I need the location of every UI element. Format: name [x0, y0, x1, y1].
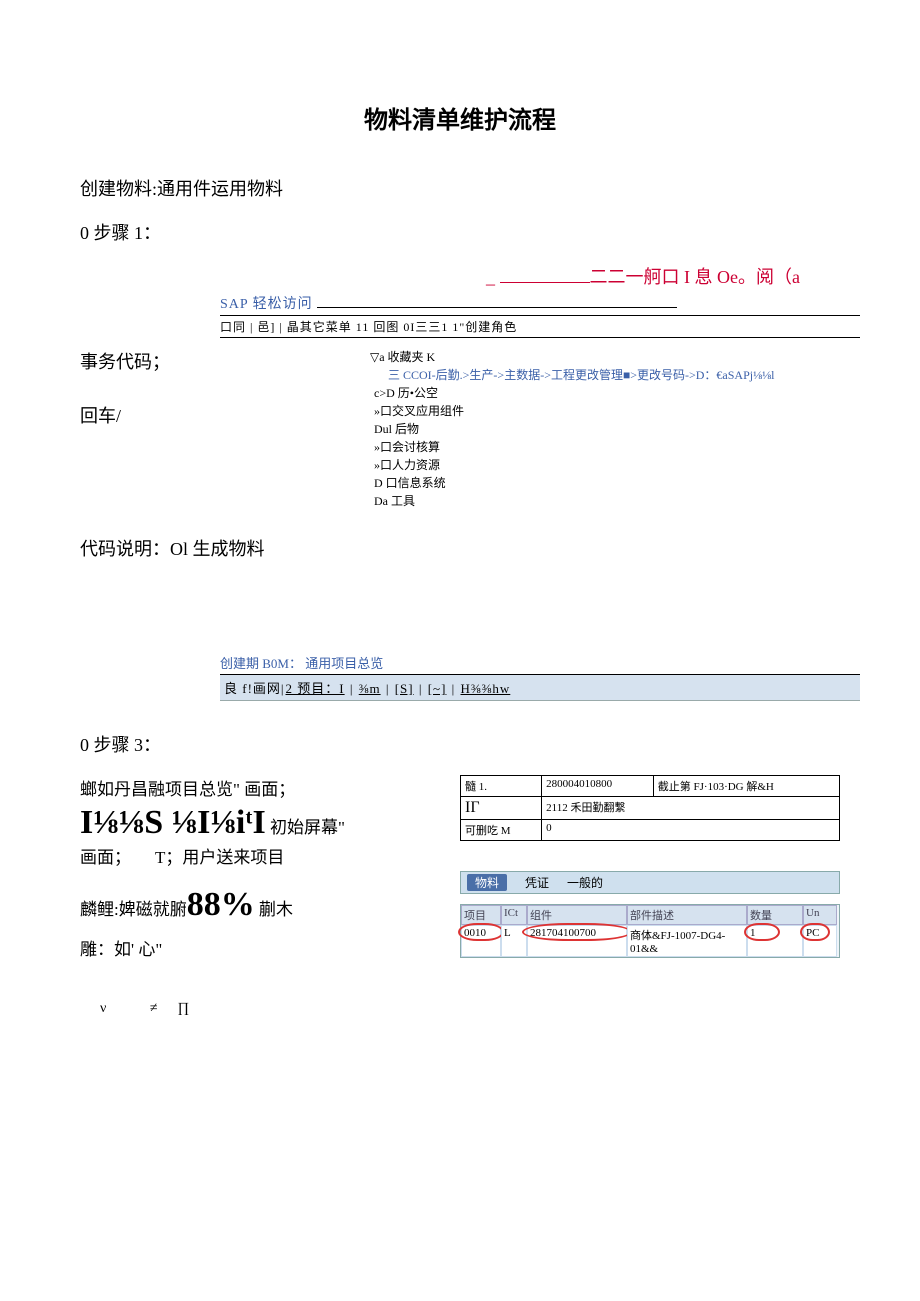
- info-cell: 2112 禾田勤翻繫: [542, 797, 840, 820]
- cell-qty[interactable]: 1: [747, 925, 803, 957]
- cell-item[interactable]: 0010: [461, 925, 501, 957]
- sap-title: SAP 轻松访问: [220, 293, 860, 316]
- sap-panel: SAP 轻松访问 口同 | 邑] | 晶其它菜单 11 回图 0I三三1 1"创…: [220, 293, 860, 338]
- tree-node[interactable]: Da 工具: [370, 492, 774, 510]
- bom-tabs[interactable]: 物料 凭证 一般的: [460, 871, 840, 894]
- tree-node[interactable]: D 口信息系统: [370, 474, 774, 492]
- info-cell: 280004010800: [542, 776, 654, 797]
- info-cell: 0: [542, 820, 840, 841]
- tab-document[interactable]: 凭证: [525, 874, 549, 891]
- cell-unit[interactable]: PC: [803, 925, 837, 957]
- bom-items-grid[interactable]: 项目 ICt 组件 部件描述 数量 Un 0010 L 281704100700…: [460, 904, 840, 958]
- info-cell: 可删吃 M: [461, 820, 542, 841]
- section-heading: 创建物料:通用件运用物料: [80, 175, 840, 201]
- tree-favorites[interactable]: ▽a 收藏夹 K: [370, 348, 774, 366]
- note-enter: 回车/: [80, 402, 260, 428]
- cell-desc[interactable]: 商体&FJ-1007-DG4-01&&: [627, 925, 747, 957]
- col-item: 项目: [461, 905, 501, 925]
- col-unit: Un: [803, 905, 837, 925]
- col-ict: ICt: [501, 905, 527, 925]
- tab-material[interactable]: 物料: [467, 874, 507, 891]
- bom-title: 创建期 B0M： 通用项目总览: [220, 651, 860, 675]
- info-table: 髓 1. 280004010800 截止第 FJ·103·DG 解&H IΓ 2…: [460, 775, 840, 841]
- tree-node[interactable]: Dul 后物: [370, 420, 774, 438]
- col-desc: 部件描述: [627, 905, 747, 925]
- step-1-label: 0 步骤 1：: [80, 219, 840, 245]
- step3-description: 螂如丹昌融项目总览" 画面； I⅛⅛S ⅛I⅛iᵗI 初始屏幕" 画面； T；用…: [80, 775, 440, 1021]
- col-qty: 数量: [747, 905, 803, 925]
- note-transaction-code: 事务代码；: [80, 348, 260, 374]
- tree-node[interactable]: »口交叉应用组件: [370, 402, 774, 420]
- info-cell: IΓ: [461, 797, 542, 820]
- sap-nav-tree[interactable]: ▽a 收藏夹 K 三 CCOI-后勤.>生产->主数据->工程更改管理■>更改号…: [370, 348, 774, 510]
- bom-panel: 创建期 B0M： 通用项目总览 良 f!画网|2 预目：I | ⅜m | [S]…: [220, 651, 860, 701]
- step-3-label: 0 步骤 3：: [80, 731, 840, 757]
- page-title: 物料清单维护流程: [80, 100, 840, 135]
- tree-node[interactable]: »口会讨核算: [370, 438, 774, 456]
- red-annotation-line: _ 二二一舸口 I 息 Oe。阅（a: [80, 263, 840, 289]
- tree-node[interactable]: »口人力资源: [370, 456, 774, 474]
- bom-toolbar[interactable]: 良 f!画网|2 预目：I | ⅜m | [S] | [~] | H⅜⅜hw: [220, 675, 860, 701]
- code-description: 代码说明：Ol 生成物料: [80, 535, 840, 561]
- cell-ict[interactable]: L: [501, 925, 527, 957]
- table-row[interactable]: 0010 L 281704100700 商体&FJ-1007-DG4-01&& …: [461, 925, 839, 957]
- tree-node[interactable]: c>D 历•公空: [370, 384, 774, 402]
- small-symbols: ν ≠∏: [100, 996, 440, 1021]
- tab-general[interactable]: 一般的: [567, 874, 603, 891]
- cell-component[interactable]: 281704100700: [527, 925, 627, 957]
- col-component: 组件: [527, 905, 627, 925]
- sap-menubar[interactable]: 口同 | 邑] | 晶其它菜单 11 回图 0I三三1 1"创建角色: [220, 316, 860, 338]
- info-cell: 截止第 FJ·103·DG 解&H: [653, 776, 839, 797]
- info-cell: 髓 1.: [461, 776, 542, 797]
- tree-path[interactable]: 三 CCOI-后勤.>生产->主数据->工程更改管理■>更改号码->D：€aSA…: [370, 366, 774, 384]
